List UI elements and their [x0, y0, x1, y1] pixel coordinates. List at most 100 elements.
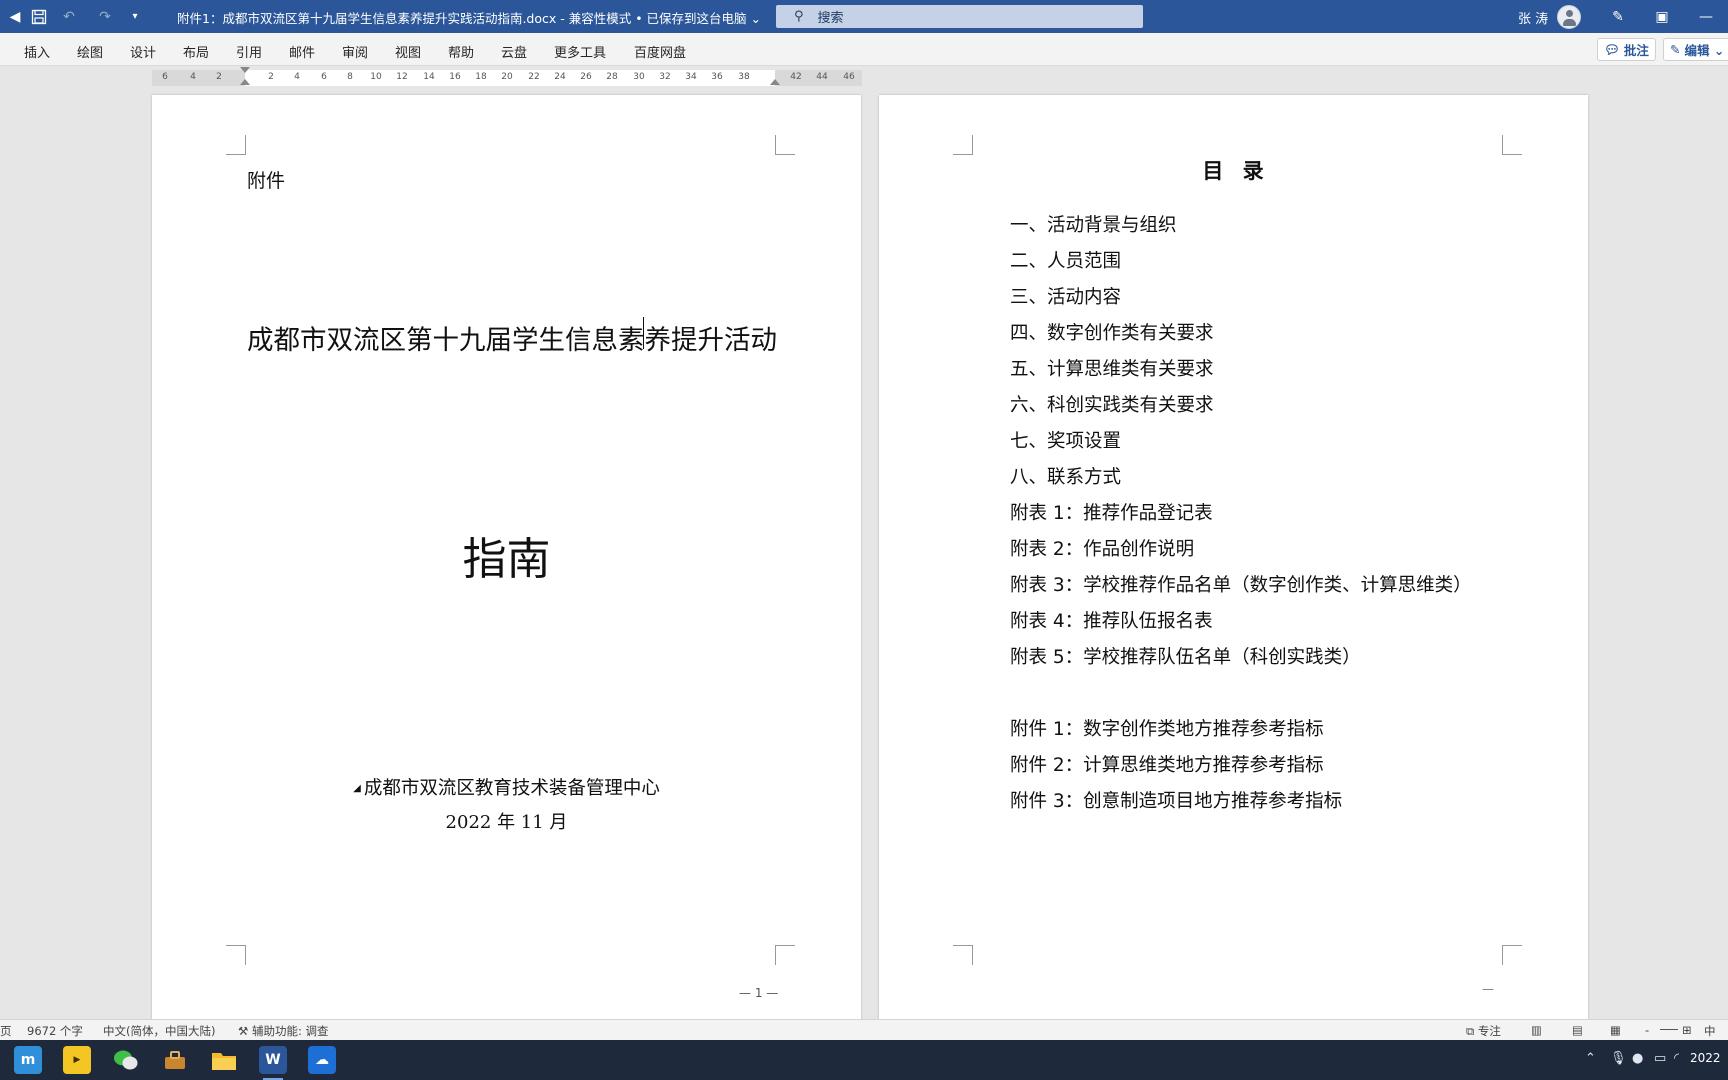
organization-line: ◢ 成都市双流区教育技术装备管理中心: [152, 774, 861, 800]
toc-item[interactable]: 二、人员范围: [1010, 247, 1472, 283]
tab-review[interactable]: 审阅: [342, 42, 368, 61]
horizontal-ruler[interactable]: 6 4 2 2 4 6 8 10 12 14 16 18 20 22 24 26…: [152, 67, 862, 86]
toc-item[interactable]: 六、科创实践类有关要求: [1010, 391, 1472, 427]
toc-item[interactable]: 附表 2：作品创作说明: [1010, 535, 1472, 571]
first-line-indent-marker[interactable]: [240, 67, 250, 73]
ribbon-tabs: 插入 绘图 设计 布局 引用 邮件 审阅 视图 帮助 云盘 更多工具 百度网盘 …: [0, 33, 1728, 66]
read-mode-icon[interactable]: ▥: [1531, 1023, 1542, 1037]
toc-item[interactable]: 三、活动内容: [1010, 283, 1472, 319]
player-app-icon[interactable]: ▶: [63, 1046, 91, 1074]
tab-design[interactable]: 设计: [130, 42, 156, 61]
language-indicator[interactable]: 中文(简体，中国大陆): [103, 1023, 215, 1039]
tab-mailings[interactable]: 邮件: [289, 42, 315, 61]
appendix-item[interactable]: 附件 1：数字创作类地方推荐参考指标: [1010, 715, 1472, 751]
tab-references[interactable]: 引用: [236, 42, 262, 61]
ime-mode-icon[interactable]: ⊞: [1682, 1023, 1692, 1037]
ruler-tick: 4: [294, 72, 300, 82]
focus-icon: ⧉: [1466, 1024, 1475, 1038]
status-bar: 页 9672 个字 中文(简体，中国大陆) ⚒ 辅助功能: 调查 ⧉ 专注 ▥ …: [0, 1019, 1728, 1040]
pen-icon[interactable]: ✎: [1598, 0, 1638, 33]
customize-toolbar-icon[interactable]: ▾: [120, 0, 150, 33]
undo-icon[interactable]: ↶: [54, 0, 84, 33]
toc-spacer: [1010, 679, 1472, 715]
tab-insert[interactable]: 插入: [24, 42, 50, 61]
cloud-app-icon[interactable]: ☁: [308, 1046, 336, 1074]
ruler-tick: 46: [843, 72, 855, 82]
accessibility-indicator[interactable]: ⚒ 辅助功能: 调查: [238, 1023, 329, 1039]
comments-button[interactable]: 💬︎ 批注: [1597, 38, 1656, 61]
right-indent-marker[interactable]: [770, 79, 780, 85]
ruler-tick: 2: [268, 72, 274, 82]
tab-view[interactable]: 视图: [395, 42, 421, 61]
ruler-tick: 2: [216, 72, 222, 82]
document-page-2[interactable]: 目 录 一、活动背景与组织 二、人员范围 三、活动内容 四、数字创作类有关要求 …: [879, 95, 1588, 1020]
ribbon-display-icon[interactable]: ▣: [1642, 0, 1682, 33]
taskbar: m ▶ W ☁ ⌃ 🎙︎ ● ▭ ◜ 2022: [0, 1040, 1728, 1080]
microphone-icon[interactable]: 🎙︎: [1610, 1051, 1627, 1066]
wechat-tray-icon[interactable]: ●: [1632, 1051, 1643, 1066]
crop-mark: [953, 945, 973, 965]
text-cursor: [643, 317, 644, 349]
toc-item[interactable]: 附表 3：学校推荐作品名单（数字创作类、计算思维类）: [1010, 571, 1472, 607]
word-app-icon[interactable]: W: [259, 1046, 287, 1080]
toc-item[interactable]: 四、数字创作类有关要求: [1010, 319, 1472, 355]
user-name[interactable]: 张 涛: [1518, 8, 1548, 27]
zoom-out-button[interactable]: -: [1645, 1023, 1649, 1037]
ruler-tick: 12: [396, 72, 408, 82]
tab-more-tools[interactable]: 更多工具: [554, 42, 606, 61]
tab-layout[interactable]: 布局: [183, 42, 209, 61]
appendix-item[interactable]: 附件 3：创意制造项目地方推荐参考指标: [1010, 787, 1472, 823]
ruler-tick: 22: [528, 72, 540, 82]
ruler-tick: 6: [162, 72, 168, 82]
redo-icon[interactable]: ↷: [90, 0, 120, 33]
toc-item[interactable]: 一、活动背景与组织: [1010, 211, 1472, 247]
editing-button[interactable]: ✎ 编辑 ⌄: [1663, 38, 1728, 61]
focus-mode-button[interactable]: ⧉ 专注: [1466, 1023, 1501, 1039]
ruler-tick: 4: [190, 72, 196, 82]
tray-chevron-icon[interactable]: ⌃: [1585, 1051, 1596, 1066]
hanging-indent-marker[interactable]: [240, 79, 250, 85]
toc-item[interactable]: 附表 5：学校推荐队伍名单（科创实践类）: [1010, 643, 1472, 679]
toc-item[interactable]: 八、联系方式: [1010, 463, 1472, 499]
search-icon: ⚲: [794, 9, 804, 24]
ime-language[interactable]: 中: [1704, 1023, 1716, 1039]
tab-baidu-netdisk[interactable]: 百度网盘: [634, 42, 686, 61]
toc-item[interactable]: 五、计算思维类有关要求: [1010, 355, 1472, 391]
tab-help[interactable]: 帮助: [448, 42, 474, 61]
tab-cloud[interactable]: 云盘: [501, 42, 527, 61]
search-box[interactable]: ⚲ 搜索: [776, 5, 1143, 28]
battery-icon[interactable]: ▭: [1654, 1051, 1666, 1066]
toc-item[interactable]: 附表 4：推荐队伍报名表: [1010, 607, 1472, 643]
minimize-icon[interactable]: —: [1686, 0, 1726, 33]
avatar[interactable]: [1557, 5, 1581, 29]
table-of-contents: 一、活动背景与组织 二、人员范围 三、活动内容 四、数字创作类有关要求 五、计算…: [1010, 211, 1472, 823]
save-icon[interactable]: [24, 0, 54, 33]
toc-item[interactable]: 七、奖项设置: [1010, 427, 1472, 463]
wechat-app-icon[interactable]: [112, 1046, 140, 1074]
word-count[interactable]: 9672 个字: [27, 1023, 83, 1039]
ruler-tick: 8: [347, 72, 353, 82]
crop-mark: [775, 945, 795, 965]
web-layout-icon[interactable]: ▦: [1610, 1023, 1621, 1037]
pencil-icon: ✎: [1670, 42, 1681, 57]
start-app-icon[interactable]: m: [14, 1046, 42, 1074]
document-page-1[interactable]: 附件 成都市双流区第十九届学生信息素养提升活动 指南 ◢ 成都市双流区教育技术装备…: [152, 95, 861, 1020]
zoom-slider[interactable]: [1660, 1029, 1678, 1030]
file-explorer-app-icon[interactable]: [210, 1046, 238, 1074]
ruler-tick: 44: [816, 72, 828, 82]
print-layout-icon[interactable]: ▤: [1572, 1023, 1583, 1037]
ruler-tick: 28: [606, 72, 618, 82]
document-title[interactable]: 附件1：成都市双流区第十九届学生信息素养提升实践活动指南.docx - 兼容性模…: [177, 8, 761, 27]
network-icon[interactable]: ◜: [1674, 1051, 1679, 1066]
ruler-tick: 10: [370, 72, 382, 82]
page-indicator[interactable]: 页: [0, 1023, 12, 1039]
toolbox-app-icon[interactable]: [161, 1046, 189, 1074]
appendix-item[interactable]: 附件 2：计算思维类地方推荐参考指标: [1010, 751, 1472, 787]
toc-item[interactable]: 附表 1：推荐作品登记表: [1010, 499, 1472, 535]
clock[interactable]: 2022: [1690, 1051, 1721, 1065]
ruler-tick: 18: [475, 72, 487, 82]
crop-mark: [1502, 135, 1522, 155]
accessibility-icon: ⚒: [238, 1024, 249, 1038]
guide-heading: 指南: [462, 534, 551, 585]
tab-draw[interactable]: 绘图: [77, 42, 103, 61]
